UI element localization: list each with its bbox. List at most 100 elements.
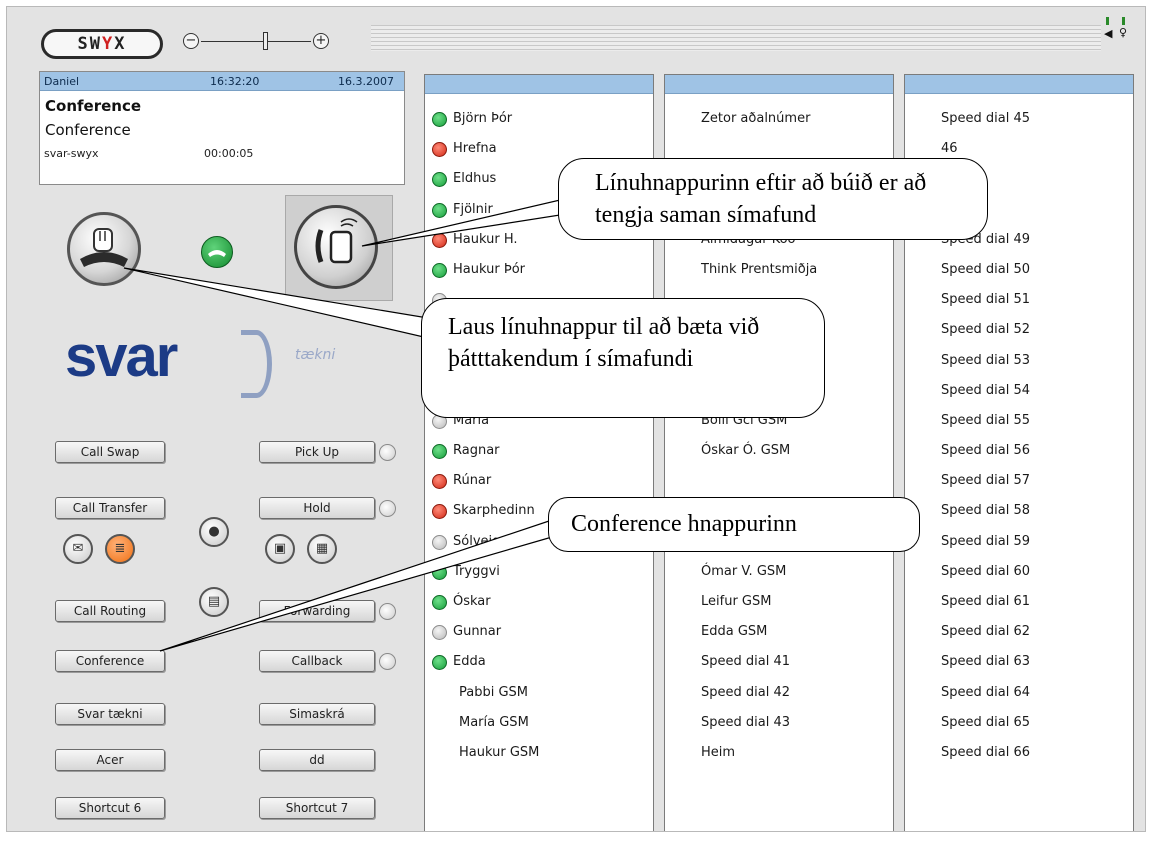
speed-dial-label: Skarphedinn: [453, 503, 535, 519]
speed-dial-entry[interactable]: Speed dial 52: [905, 322, 1133, 352]
speed-dial-entry[interactable]: María GSM: [425, 715, 653, 745]
hold-indicator: [379, 500, 396, 517]
speed-dial-label: Speed dial 65: [941, 714, 1031, 730]
speed-dial-entry[interactable]: Björn Þór: [425, 111, 653, 141]
speed-dial-label: Speed dial 41: [701, 654, 791, 670]
presence-red-icon: [432, 142, 447, 158]
speed-dial-label: Haukur H.: [453, 231, 518, 247]
shortcut-dd-button[interactable]: dd: [259, 749, 375, 771]
presence-green-icon: [432, 202, 447, 218]
speed-dial-label: Sólveig: [453, 533, 501, 549]
speed-dial-entry[interactable]: Heim: [665, 745, 893, 775]
speed-dial-entry[interactable]: Edda GSM: [665, 624, 893, 654]
speed-dial-entry[interactable]: Óskar: [425, 594, 653, 624]
zoom-slider-thumb[interactable]: [263, 32, 268, 50]
speed-dial-entry[interactable]: Speed dial 54: [905, 383, 1133, 413]
speed-dial-entry[interactable]: Speed dial 59: [905, 534, 1133, 564]
speed-dial-entry[interactable]: Pabbi GSM: [425, 685, 653, 715]
speed-dial-entry[interactable]: Speed dial 61: [905, 594, 1133, 624]
shortcut-svar-taekni-button[interactable]: Svar tækni: [55, 703, 165, 725]
speed-dial-label: Speed dial 56: [941, 443, 1031, 459]
shortcut-7-button[interactable]: Shortcut 7: [259, 797, 375, 819]
callback-button[interactable]: Callback: [259, 650, 375, 672]
pick-up-indicator: [379, 444, 396, 461]
presence-green-icon: [432, 595, 447, 610]
zoom-in-icon[interactable]: +: [313, 33, 329, 49]
conference-button[interactable]: Conference: [55, 650, 165, 672]
speed-dial-entry[interactable]: Speed dial 65: [905, 715, 1133, 745]
speed-dial-entry[interactable]: Speed dial 55: [905, 413, 1133, 443]
call-time: 16:32:20: [210, 74, 260, 88]
speed-dial-entry[interactable]: Speed dial 58: [905, 503, 1133, 533]
speaker-icon[interactable]: ◀: [1104, 27, 1112, 40]
speed-dial-label: Speed dial 64: [941, 684, 1031, 700]
presence-gray-icon: [432, 534, 447, 550]
speed-dial-entry[interactable]: Speed dial 64: [905, 685, 1133, 715]
callback-indicator: [379, 653, 396, 670]
speed-dial-entry[interactable]: Speed dial 51: [905, 292, 1133, 322]
contacts-icon[interactable]: ▦: [307, 534, 337, 564]
speed-dial-entry[interactable]: Speed dial 57: [905, 473, 1133, 503]
record-icon[interactable]: ●: [199, 517, 229, 547]
speed-dial-entry[interactable]: Leifur GSM: [665, 594, 893, 624]
shortcut-simaskra-button[interactable]: Simaskrá: [259, 703, 375, 725]
speed-dial-label: Fjölnir: [453, 201, 493, 217]
shortcut-6-button[interactable]: Shortcut 6: [55, 797, 165, 819]
speed-dial-entry[interactable]: Speed dial 66: [905, 745, 1133, 775]
speed-dial-entry[interactable]: Gunnar: [425, 624, 653, 654]
speed-dial-entry[interactable]: Speed dial 42: [665, 685, 893, 715]
window-corner-controls[interactable]: ◀ ♀: [1102, 13, 1132, 45]
speed-dial-entry[interactable]: Speed dial 62: [905, 624, 1133, 654]
journal-icon[interactable]: ≣: [105, 534, 135, 564]
swyx-logo[interactable]: SW Y X: [41, 29, 163, 59]
speed-dial-entry[interactable]: Speed dial 41: [665, 654, 893, 684]
free-line-button[interactable]: [67, 212, 141, 286]
speed-dial-entry[interactable]: Speed dial 50: [905, 262, 1133, 292]
speed-dial-entry[interactable]: Speed dial 53: [905, 353, 1133, 383]
zoom-out-icon[interactable]: −: [183, 33, 199, 49]
conference-line-button[interactable]: [294, 205, 378, 289]
speed-dial-entry[interactable]: Speed dial 63: [905, 654, 1133, 684]
speed-dial-entry[interactable]: Óskar Ó. GSM: [665, 443, 893, 473]
speed-dial-entry[interactable]: Tryggvi: [425, 564, 653, 594]
call-info-panel: Daniel 16:32:20 16.3.2007 Conference Con…: [39, 71, 405, 185]
title-bar-grip[interactable]: [371, 25, 1101, 51]
speed-dial-entry[interactable]: Think Prentsmiðja: [665, 262, 893, 292]
hangup-icon[interactable]: [201, 236, 233, 268]
speed-dial-entry[interactable]: Haukur Þór: [425, 262, 653, 292]
microphone-icon[interactable]: ♀: [1119, 26, 1127, 39]
speed-dial-entry[interactable]: Ómar V. GSM: [665, 564, 893, 594]
zoom-slider-track[interactable]: [201, 41, 311, 42]
shortcut-acer-button[interactable]: Acer: [55, 749, 165, 771]
presence-green-icon: [432, 564, 447, 580]
forwarding-button[interactable]: Forwarding: [259, 600, 375, 622]
speed-dial-label: Speed dial 51: [941, 292, 1031, 308]
speed-dial-entry[interactable]: Ragnar: [425, 443, 653, 473]
call-swap-button[interactable]: Call Swap: [55, 441, 165, 463]
call-subtitle: Conference: [45, 121, 131, 139]
call-routing-button[interactable]: Call Routing: [55, 600, 165, 622]
hold-button[interactable]: Hold: [259, 497, 375, 519]
forwarding-indicator: [379, 603, 396, 620]
speed-dial-entry[interactable]: Speed dial 56: [905, 443, 1133, 473]
speed-dial-entry[interactable]: Speed dial 60: [905, 564, 1133, 594]
speed-dial-label: Gunnar: [453, 624, 502, 640]
presence-green-icon: [432, 172, 447, 188]
speed-dial-entry[interactable]: Haukur GSM: [425, 745, 653, 775]
speed-dial-label: Speed dial 57: [941, 473, 1031, 489]
swyx-window: SW Y X − + ◀ ♀ Daniel 16:32:20 16.3.2007 C…: [6, 6, 1146, 832]
speed-dial-entry[interactable]: Speed dial 45: [905, 111, 1133, 141]
pick-up-button[interactable]: Pick Up: [259, 441, 375, 463]
speed-dial-label: Edda: [453, 654, 486, 670]
presence-green-icon: [432, 444, 447, 460]
speed-dial-entry[interactable]: Edda: [425, 654, 653, 684]
speed-dial-entry[interactable]: Speed dial 43: [665, 715, 893, 745]
fax-icon[interactable]: ▣: [265, 534, 295, 564]
speed-dial-label: María GSM: [459, 714, 529, 730]
mail-icon[interactable]: ✉: [63, 534, 93, 564]
hand-handset-icon: [80, 228, 128, 267]
phonebook-icon[interactable]: ▤: [199, 587, 229, 617]
speed-dial-label: Speed dial 61: [941, 594, 1031, 609]
call-transfer-button[interactable]: Call Transfer: [55, 497, 165, 519]
speed-dial-entry[interactable]: Zetor aðalnúmer: [665, 111, 893, 141]
